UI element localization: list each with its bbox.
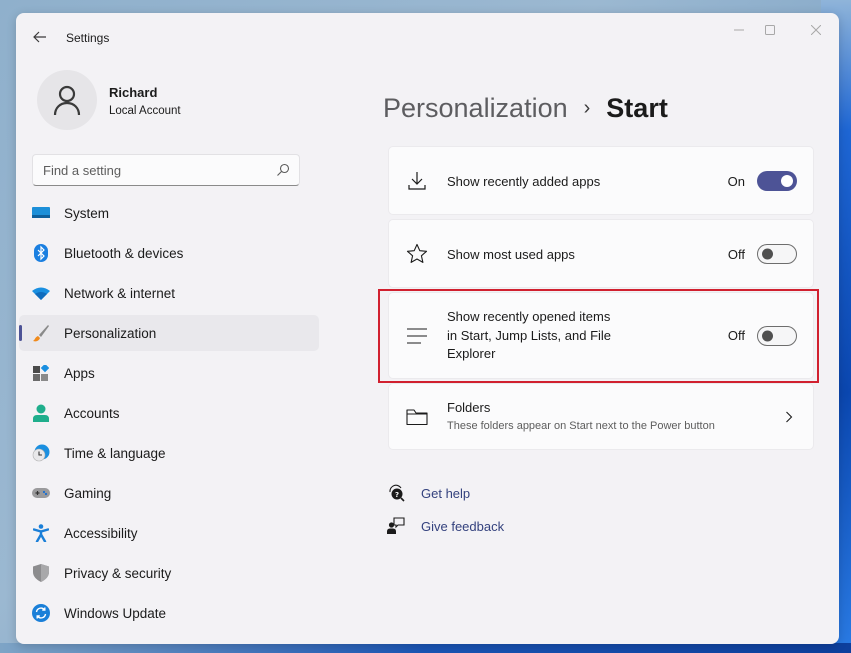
wifi-icon xyxy=(32,284,50,302)
shield-icon xyxy=(32,564,50,582)
sidebar-item-windows-update[interactable]: Windows Update xyxy=(19,595,319,631)
gamepad-icon xyxy=(32,484,50,502)
toggle-state-text: On xyxy=(727,174,745,189)
update-icon xyxy=(32,604,50,622)
sidebar-item-privacy-security[interactable]: Privacy & security xyxy=(19,555,319,591)
sidebar-item-system[interactable]: System xyxy=(19,195,319,231)
account-type: Local Account xyxy=(109,105,181,117)
setting-show-most-used-apps: Show most used apps Off xyxy=(388,219,814,288)
star-icon xyxy=(406,243,428,265)
feedback-icon xyxy=(386,516,406,536)
give-feedback-link[interactable]: Give feedback xyxy=(386,514,504,538)
setting-description: These folders appear on Start next to th… xyxy=(447,420,715,432)
sidebar-item-label: Accessibility xyxy=(64,525,138,541)
breadcrumb-separator: › xyxy=(583,97,591,119)
setting-label: Show recently added apps xyxy=(447,174,601,189)
system-icon xyxy=(32,204,50,222)
toggle-switch[interactable] xyxy=(757,171,797,191)
desktop-wallpaper-bottom xyxy=(0,643,851,653)
setting-label-line: Explorer xyxy=(447,346,496,361)
sidebar-item-network[interactable]: Network & internet xyxy=(19,275,319,311)
user-profile[interactable]: Richard Local Account xyxy=(37,70,327,132)
toggle-knob xyxy=(781,175,793,187)
folder-icon xyxy=(406,406,428,428)
setting-label: Show recently opened items in Start, Jum… xyxy=(447,308,611,364)
back-arrow-icon xyxy=(33,31,46,43)
sidebar-item-accessibility[interactable]: Accessibility xyxy=(19,515,319,551)
sidebar-item-label: Personalization xyxy=(64,325,157,341)
title-bar: Settings xyxy=(16,13,839,61)
page-title: Start xyxy=(606,93,668,123)
sidebar-item-bluetooth[interactable]: Bluetooth & devices xyxy=(19,235,319,271)
accounts-icon xyxy=(32,404,50,422)
paintbrush-icon xyxy=(32,324,50,342)
sidebar-item-label: Accounts xyxy=(64,405,120,421)
list-icon xyxy=(406,325,428,347)
time-language-icon xyxy=(32,444,50,462)
close-icon xyxy=(811,25,821,35)
setting-folders[interactable]: Folders These folders appear on Start ne… xyxy=(388,383,814,450)
breadcrumb-parent[interactable]: Personalization xyxy=(383,93,568,124)
search-box[interactable] xyxy=(32,154,300,186)
toggle-state-text: Off xyxy=(727,328,745,343)
sidebar-item-apps[interactable]: Apps xyxy=(19,355,319,391)
sidebar-nav: System Bluetooth & devices Network & int… xyxy=(19,195,319,635)
accessibility-icon xyxy=(32,524,50,542)
setting-label-line: in Start, Jump Lists, and File xyxy=(447,327,612,343)
person-icon xyxy=(53,85,81,115)
sidebar-item-accounts[interactable]: Accounts xyxy=(19,395,319,431)
toggle-switch[interactable] xyxy=(757,244,797,264)
link-label[interactable]: Get help xyxy=(421,486,470,501)
breadcrumb: Personalization › Start xyxy=(383,93,668,129)
sidebar-item-label: Bluetooth & devices xyxy=(64,245,184,261)
sidebar-item-label: System xyxy=(64,205,110,221)
active-indicator xyxy=(19,325,22,341)
toggle-knob xyxy=(762,330,773,342)
svg-text:?: ? xyxy=(395,491,399,499)
sidebar-item-label: Windows Update xyxy=(64,605,167,621)
user-name: Richard xyxy=(109,85,158,100)
help-icon: ? xyxy=(386,483,406,503)
search-input[interactable] xyxy=(43,155,263,185)
sidebar-item-personalization[interactable]: Personalization xyxy=(19,315,319,351)
get-help-link[interactable]: ? Get help xyxy=(386,481,470,505)
minimize-icon xyxy=(734,29,744,31)
maximize-icon xyxy=(765,25,775,35)
maximize-button[interactable] xyxy=(755,21,785,39)
setting-show-recently-opened-items: Show recently opened items in Start, Jum… xyxy=(388,292,814,379)
sidebar-item-time-language[interactable]: Time & language xyxy=(19,435,319,471)
close-button[interactable] xyxy=(801,21,831,39)
sidebar-item-label: Gaming xyxy=(64,485,112,501)
avatar[interactable] xyxy=(37,70,97,130)
toggle-switch[interactable] xyxy=(757,326,797,346)
sidebar-item-label: Network & internet xyxy=(64,285,176,301)
toggle-state-text: Off xyxy=(727,247,745,262)
apps-icon xyxy=(32,364,50,382)
settings-window: Settings Richard Local Account System Bl… xyxy=(16,13,839,644)
sidebar-item-label: Privacy & security xyxy=(64,565,172,581)
setting-show-recently-added-apps: Show recently added apps On xyxy=(388,146,814,215)
setting-label: Show most used apps xyxy=(447,247,575,262)
download-icon xyxy=(406,170,428,192)
sidebar-item-gaming[interactable]: Gaming xyxy=(19,475,319,511)
setting-label-line: Show recently opened items xyxy=(447,309,611,324)
setting-label: Folders xyxy=(447,400,491,415)
toggle-knob xyxy=(762,248,773,260)
sidebar-item-label: Time & language xyxy=(64,445,166,461)
chevron-right-icon xyxy=(786,411,793,423)
bluetooth-icon xyxy=(32,244,50,262)
minimize-button[interactable] xyxy=(724,21,754,39)
link-label[interactable]: Give feedback xyxy=(421,519,504,534)
back-button[interactable] xyxy=(28,25,52,49)
app-title: Settings xyxy=(66,31,110,45)
search-icon[interactable] xyxy=(276,163,290,177)
sidebar-item-label: Apps xyxy=(64,365,95,381)
